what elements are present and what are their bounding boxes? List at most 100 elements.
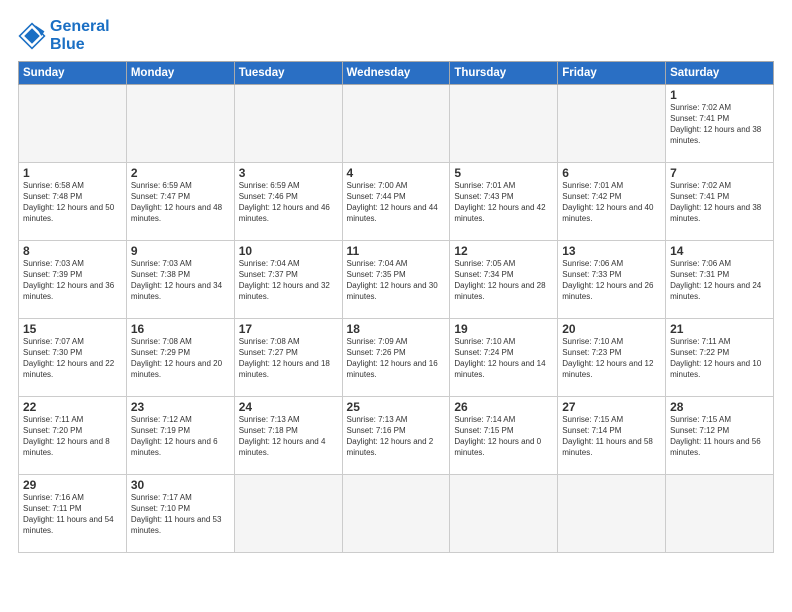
day-detail: Sunrise: 7:10 AMSunset: 7:23 PMDaylight:…	[562, 337, 661, 380]
calendar-cell: 19Sunrise: 7:10 AMSunset: 7:24 PMDayligh…	[450, 319, 558, 397]
day-number: 12	[454, 244, 553, 258]
day-detail: Sunrise: 7:06 AMSunset: 7:33 PMDaylight:…	[562, 259, 661, 302]
calendar-cell: 5Sunrise: 7:01 AMSunset: 7:43 PMDaylight…	[450, 163, 558, 241]
day-detail: Sunrise: 7:04 AMSunset: 7:37 PMDaylight:…	[239, 259, 338, 302]
day-number: 22	[23, 400, 122, 414]
day-detail: Sunrise: 7:09 AMSunset: 7:26 PMDaylight:…	[347, 337, 446, 380]
day-detail: Sunrise: 7:12 AMSunset: 7:19 PMDaylight:…	[131, 415, 230, 458]
day-detail: Sunrise: 7:15 AMSunset: 7:14 PMDaylight:…	[562, 415, 661, 458]
calendar-cell: 14Sunrise: 7:06 AMSunset: 7:31 PMDayligh…	[666, 241, 774, 319]
header: General Blue	[18, 18, 774, 53]
day-detail: Sunrise: 6:59 AMSunset: 7:46 PMDaylight:…	[239, 181, 338, 224]
calendar-cell	[19, 85, 127, 163]
day-number: 15	[23, 322, 122, 336]
calendar-cell: 23Sunrise: 7:12 AMSunset: 7:19 PMDayligh…	[126, 397, 234, 475]
calendar-cell	[558, 475, 666, 553]
page: General Blue SundayMondayTuesdayWednesda…	[0, 0, 792, 612]
calendar-cell: 12Sunrise: 7:05 AMSunset: 7:34 PMDayligh…	[450, 241, 558, 319]
calendar-cell: 11Sunrise: 7:04 AMSunset: 7:35 PMDayligh…	[342, 241, 450, 319]
day-header: Thursday	[450, 62, 558, 85]
day-number: 23	[131, 400, 230, 414]
day-number: 1	[23, 166, 122, 180]
calendar-cell: 29Sunrise: 7:16 AMSunset: 7:11 PMDayligh…	[19, 475, 127, 553]
calendar-week-row: 15Sunrise: 7:07 AMSunset: 7:30 PMDayligh…	[19, 319, 774, 397]
calendar-cell: 2Sunrise: 6:59 AMSunset: 7:47 PMDaylight…	[126, 163, 234, 241]
day-detail: Sunrise: 7:15 AMSunset: 7:12 PMDaylight:…	[670, 415, 769, 458]
day-number: 21	[670, 322, 769, 336]
calendar-cell	[450, 85, 558, 163]
calendar-cell: 8Sunrise: 7:03 AMSunset: 7:39 PMDaylight…	[19, 241, 127, 319]
day-detail: Sunrise: 7:01 AMSunset: 7:43 PMDaylight:…	[454, 181, 553, 224]
day-detail: Sunrise: 7:05 AMSunset: 7:34 PMDaylight:…	[454, 259, 553, 302]
day-header: Monday	[126, 62, 234, 85]
calendar-cell	[450, 475, 558, 553]
day-detail: Sunrise: 6:58 AMSunset: 7:48 PMDaylight:…	[23, 181, 122, 224]
day-header: Saturday	[666, 62, 774, 85]
day-header: Sunday	[19, 62, 127, 85]
day-detail: Sunrise: 7:13 AMSunset: 7:16 PMDaylight:…	[347, 415, 446, 458]
day-detail: Sunrise: 7:00 AMSunset: 7:44 PMDaylight:…	[347, 181, 446, 224]
day-detail: Sunrise: 7:06 AMSunset: 7:31 PMDaylight:…	[670, 259, 769, 302]
day-number: 7	[670, 166, 769, 180]
day-detail: Sunrise: 7:13 AMSunset: 7:18 PMDaylight:…	[239, 415, 338, 458]
day-detail: Sunrise: 7:11 AMSunset: 7:20 PMDaylight:…	[23, 415, 122, 458]
calendar-cell: 7Sunrise: 7:02 AMSunset: 7:41 PMDaylight…	[666, 163, 774, 241]
calendar-header-row: SundayMondayTuesdayWednesdayThursdayFrid…	[19, 62, 774, 85]
day-detail: Sunrise: 7:16 AMSunset: 7:11 PMDaylight:…	[23, 493, 122, 536]
calendar-cell: 6Sunrise: 7:01 AMSunset: 7:42 PMDaylight…	[558, 163, 666, 241]
day-detail: Sunrise: 6:59 AMSunset: 7:47 PMDaylight:…	[131, 181, 230, 224]
day-detail: Sunrise: 7:08 AMSunset: 7:27 PMDaylight:…	[239, 337, 338, 380]
calendar-cell: 17Sunrise: 7:08 AMSunset: 7:27 PMDayligh…	[234, 319, 342, 397]
day-number: 4	[347, 166, 446, 180]
logo-text: General Blue	[50, 18, 110, 53]
day-number: 27	[562, 400, 661, 414]
calendar-cell: 28Sunrise: 7:15 AMSunset: 7:12 PMDayligh…	[666, 397, 774, 475]
calendar-cell: 27Sunrise: 7:15 AMSunset: 7:14 PMDayligh…	[558, 397, 666, 475]
calendar-cell: 24Sunrise: 7:13 AMSunset: 7:18 PMDayligh…	[234, 397, 342, 475]
calendar-cell: 18Sunrise: 7:09 AMSunset: 7:26 PMDayligh…	[342, 319, 450, 397]
logo: General Blue	[18, 18, 110, 53]
calendar-cell: 30Sunrise: 7:17 AMSunset: 7:10 PMDayligh…	[126, 475, 234, 553]
calendar-cell	[558, 85, 666, 163]
calendar-cell: 22Sunrise: 7:11 AMSunset: 7:20 PMDayligh…	[19, 397, 127, 475]
calendar-cell: 25Sunrise: 7:13 AMSunset: 7:16 PMDayligh…	[342, 397, 450, 475]
day-detail: Sunrise: 7:11 AMSunset: 7:22 PMDaylight:…	[670, 337, 769, 380]
day-detail: Sunrise: 7:08 AMSunset: 7:29 PMDaylight:…	[131, 337, 230, 380]
calendar-cell: 10Sunrise: 7:04 AMSunset: 7:37 PMDayligh…	[234, 241, 342, 319]
day-detail: Sunrise: 7:03 AMSunset: 7:39 PMDaylight:…	[23, 259, 122, 302]
day-number: 19	[454, 322, 553, 336]
calendar-week-row: 1Sunrise: 6:58 AMSunset: 7:48 PMDaylight…	[19, 163, 774, 241]
day-detail: Sunrise: 7:02 AMSunset: 7:41 PMDaylight:…	[670, 103, 769, 146]
day-detail: Sunrise: 7:04 AMSunset: 7:35 PMDaylight:…	[347, 259, 446, 302]
calendar-cell: 1Sunrise: 7:02 AMSunset: 7:41 PMDaylight…	[666, 85, 774, 163]
day-number: 14	[670, 244, 769, 258]
calendar-cell: 21Sunrise: 7:11 AMSunset: 7:22 PMDayligh…	[666, 319, 774, 397]
day-detail: Sunrise: 7:07 AMSunset: 7:30 PMDaylight:…	[23, 337, 122, 380]
day-number: 28	[670, 400, 769, 414]
day-detail: Sunrise: 7:01 AMSunset: 7:42 PMDaylight:…	[562, 181, 661, 224]
day-number: 16	[131, 322, 230, 336]
day-number: 25	[347, 400, 446, 414]
day-number: 11	[347, 244, 446, 258]
calendar-week-row: 8Sunrise: 7:03 AMSunset: 7:39 PMDaylight…	[19, 241, 774, 319]
calendar-table: SundayMondayTuesdayWednesdayThursdayFrid…	[18, 61, 774, 553]
calendar-cell: 20Sunrise: 7:10 AMSunset: 7:23 PMDayligh…	[558, 319, 666, 397]
calendar-cell: 26Sunrise: 7:14 AMSunset: 7:15 PMDayligh…	[450, 397, 558, 475]
calendar-cell: 9Sunrise: 7:03 AMSunset: 7:38 PMDaylight…	[126, 241, 234, 319]
day-header: Friday	[558, 62, 666, 85]
calendar-week-row: 29Sunrise: 7:16 AMSunset: 7:11 PMDayligh…	[19, 475, 774, 553]
day-number: 5	[454, 166, 553, 180]
day-number: 30	[131, 478, 230, 492]
day-number: 13	[562, 244, 661, 258]
calendar-cell: 3Sunrise: 6:59 AMSunset: 7:46 PMDaylight…	[234, 163, 342, 241]
calendar-cell: 15Sunrise: 7:07 AMSunset: 7:30 PMDayligh…	[19, 319, 127, 397]
calendar-cell: 4Sunrise: 7:00 AMSunset: 7:44 PMDaylight…	[342, 163, 450, 241]
calendar-cell	[342, 85, 450, 163]
day-number: 6	[562, 166, 661, 180]
calendar-cell: 16Sunrise: 7:08 AMSunset: 7:29 PMDayligh…	[126, 319, 234, 397]
day-number: 8	[23, 244, 122, 258]
day-detail: Sunrise: 7:02 AMSunset: 7:41 PMDaylight:…	[670, 181, 769, 224]
day-number: 29	[23, 478, 122, 492]
day-number: 3	[239, 166, 338, 180]
day-detail: Sunrise: 7:10 AMSunset: 7:24 PMDaylight:…	[454, 337, 553, 380]
